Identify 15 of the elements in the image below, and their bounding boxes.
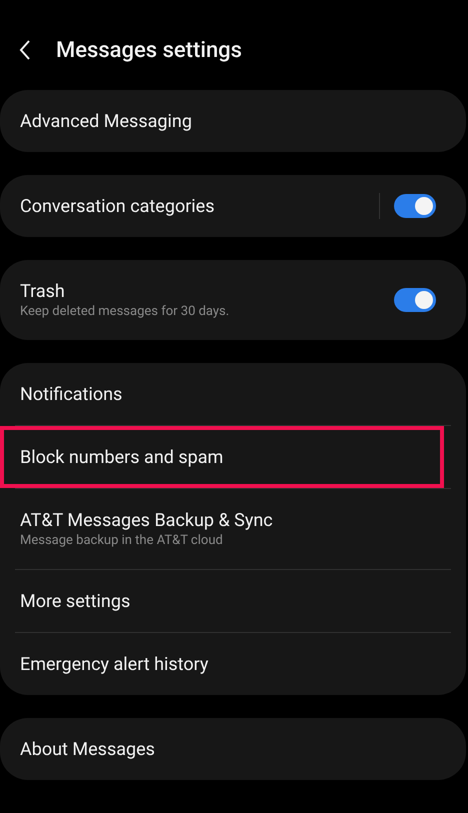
toggle-switch[interactable]: [394, 288, 436, 312]
screen-title: Messages settings: [56, 38, 242, 62]
setting-title[interactable]: Conversation categories: [20, 196, 379, 216]
setting-title[interactable]: Block numbers and spam: [20, 446, 446, 468]
back-icon[interactable]: [18, 39, 32, 61]
setting-title[interactable]: Emergency alert history: [20, 654, 446, 674]
setting-subtitle: Message backup in the AT&T cloud: [20, 533, 224, 548]
setting-title[interactable]: Advanced Messaging: [20, 110, 446, 132]
setting-title[interactable]: Trash: [20, 281, 394, 302]
setting-title[interactable]: AT&T Messages Backup & Sync: [20, 510, 446, 531]
setting-title[interactable]: About Messages: [20, 738, 446, 760]
setting-subtitle: Keep deleted messages for 30 days.: [20, 304, 230, 319]
setting-title[interactable]: More settings: [20, 590, 446, 612]
setting-title[interactable]: Notifications: [20, 384, 446, 404]
toggle-switch[interactable]: [394, 194, 436, 218]
